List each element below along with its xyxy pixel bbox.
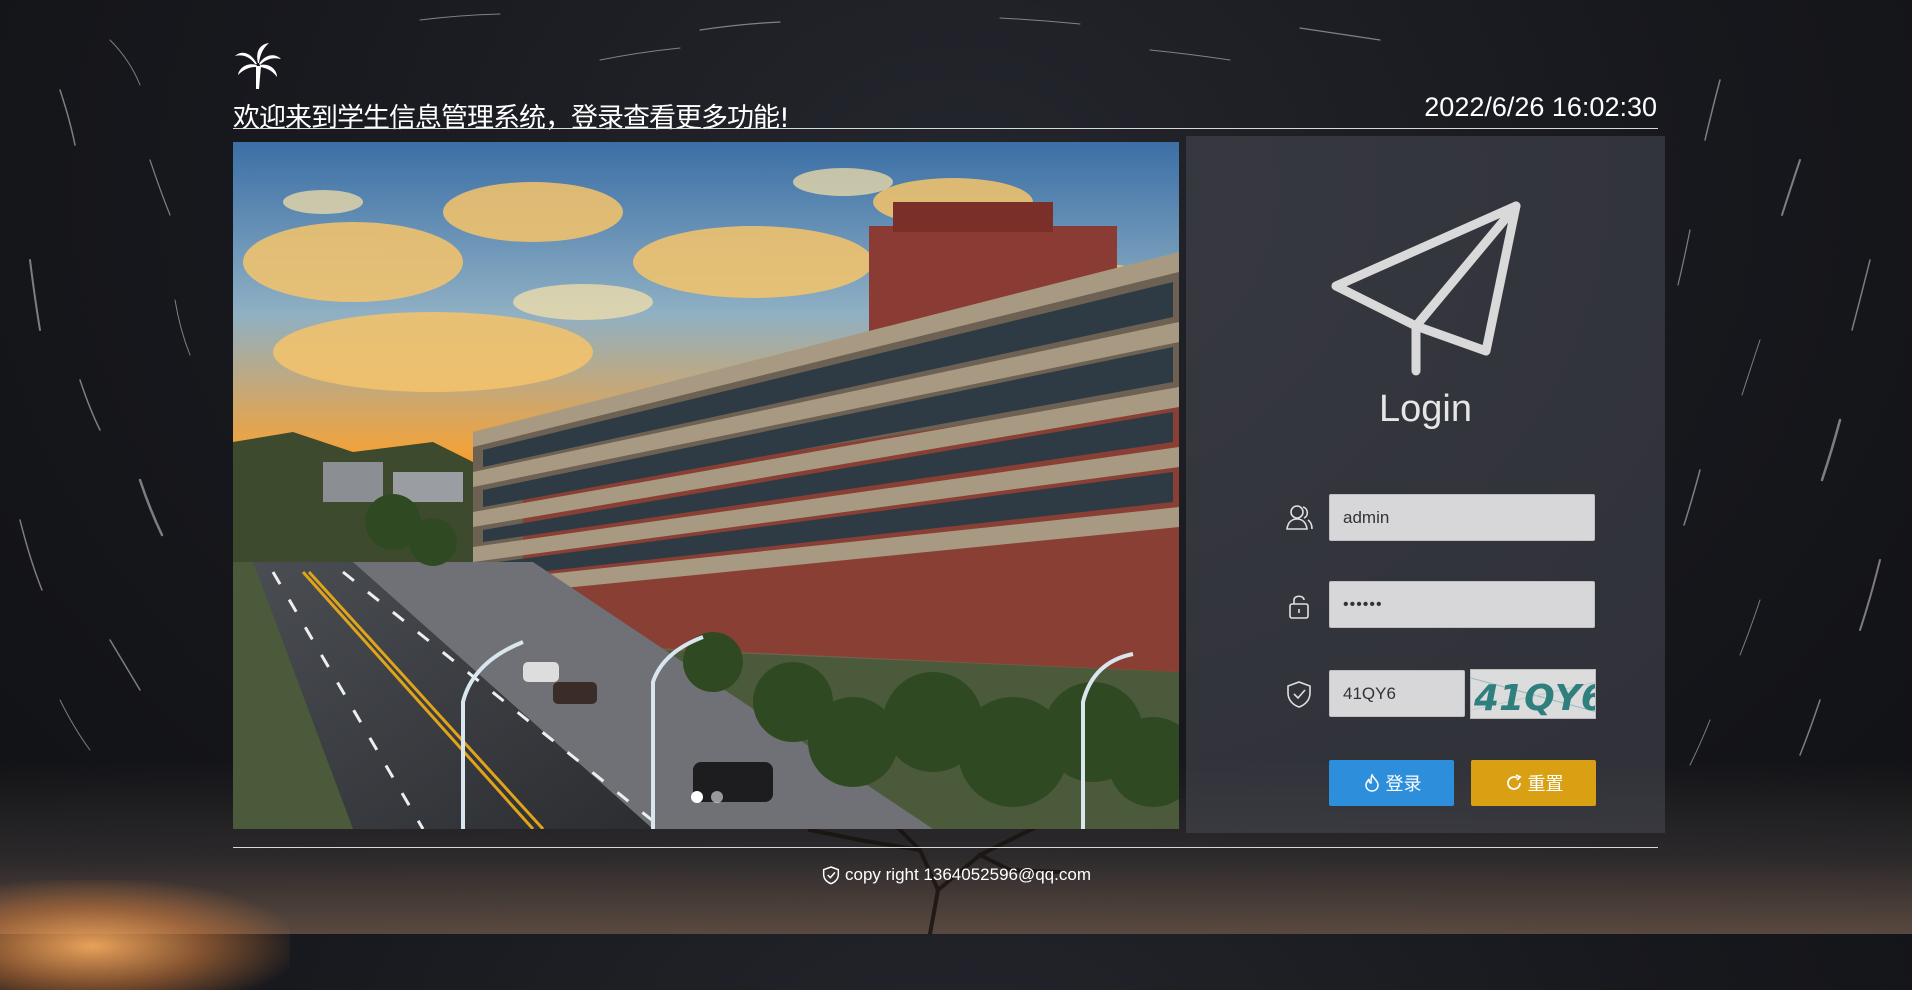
- username-input[interactable]: admin: [1329, 494, 1595, 541]
- password-input[interactable]: ••••••: [1329, 581, 1595, 628]
- datetime-display: 2022/6/26 16:02:30: [1424, 92, 1657, 122]
- carousel-dot-1[interactable]: [691, 791, 703, 803]
- captcha-graphic: 41QY6: [1471, 677, 1596, 719]
- lock-icon: [1289, 595, 1309, 619]
- login-button-label: 登录: [1385, 774, 1422, 795]
- carousel-indicators: [691, 791, 723, 803]
- shield-check-icon: [822, 866, 840, 885]
- shield-check-icon: [1287, 681, 1311, 708]
- welcome-banner: 欢迎来到学生信息管理系统，登录查看更多功能!: [233, 103, 790, 134]
- login-title: Login: [1379, 388, 1472, 430]
- campus-photo: [233, 142, 1179, 829]
- paper-plane-icon: [1331, 201, 1521, 376]
- header-divider: [233, 128, 1658, 129]
- reset-button[interactable]: 重置: [1471, 760, 1596, 806]
- footer-divider: [233, 847, 1658, 848]
- captcha-input[interactable]: 41QY6: [1329, 670, 1465, 717]
- sunset-glow: [0, 880, 290, 990]
- reset-button-label: 重置: [1527, 774, 1564, 795]
- login-panel: Login admin •••••• 41QY6 41QY6 登录 重置: [1186, 136, 1665, 833]
- campus-carousel[interactable]: [233, 142, 1179, 829]
- carousel-dot-2[interactable]: [711, 791, 723, 803]
- refresh-icon: [1506, 774, 1522, 790]
- copyright-footer: copy right 1364052596@qq.com: [0, 865, 1912, 885]
- copyright-text: copy right 1364052596@qq.com: [845, 865, 1091, 884]
- captcha-image[interactable]: 41QY6: [1470, 669, 1596, 719]
- palm-tree-icon: [235, 43, 281, 89]
- login-button[interactable]: 登录: [1329, 760, 1454, 806]
- user-icon: [1286, 505, 1313, 530]
- captcha-text: 41QY6: [1473, 678, 1596, 719]
- fire-icon: [1364, 773, 1379, 792]
